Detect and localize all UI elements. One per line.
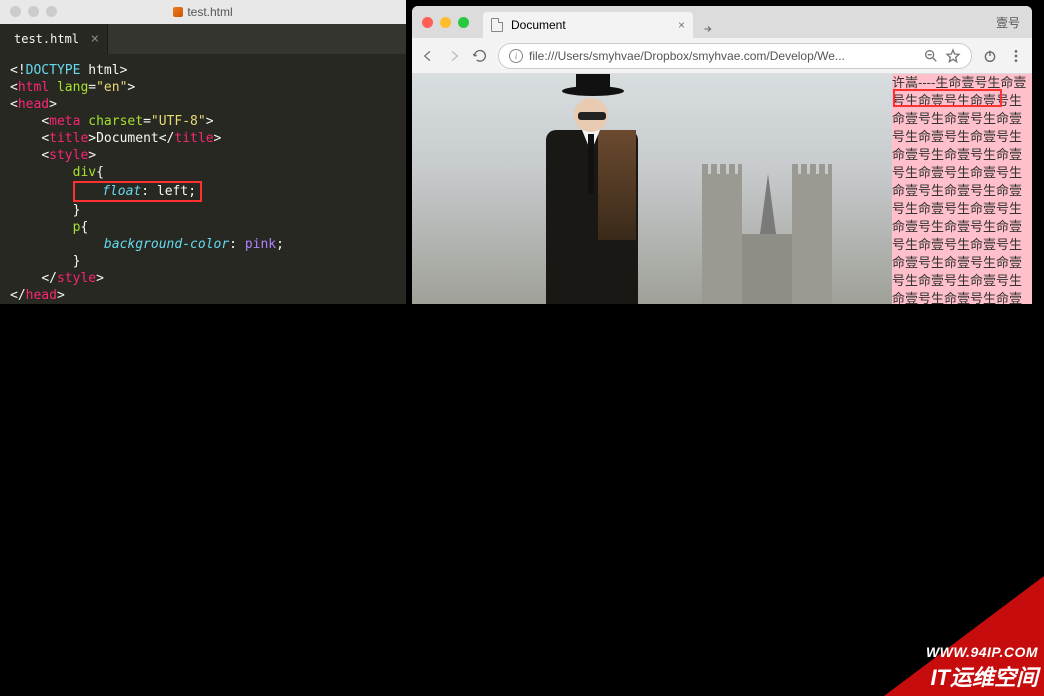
- menu-icon[interactable]: [1008, 48, 1024, 64]
- watermark-url: WWW.94IP.COM: [926, 644, 1038, 660]
- code-content[interactable]: <!DOCTYPE html> <html lang="en"> <head> …: [0, 54, 406, 312]
- editor-window-file-label: test.html: [187, 5, 232, 19]
- new-tab-button[interactable]: [699, 20, 719, 38]
- close-icon[interactable]: ×: [91, 31, 99, 47]
- highlighted-float-rule: float: left;: [73, 181, 202, 202]
- doctype-keyword: DOCTYPE: [26, 63, 81, 78]
- file-html-icon: [173, 7, 183, 17]
- editor-tab-test-html[interactable]: test.html ×: [0, 24, 108, 54]
- editor-system-titlebar: test.html: [0, 0, 406, 24]
- traffic-lights-inactive: [10, 6, 57, 17]
- url-text: file:///Users/smyhvae/Dropbox/smyhvae.co…: [529, 49, 917, 63]
- zoom-icon[interactable]: [923, 48, 939, 64]
- browser-tab-label: Document: [511, 18, 566, 32]
- browser-tabstrip: Document × 壹号: [412, 6, 1032, 38]
- person-illustration: [512, 74, 652, 304]
- editor-tab-label: test.html: [14, 32, 79, 46]
- back-button[interactable]: [420, 48, 436, 64]
- browser-tab[interactable]: Document ×: [483, 12, 693, 38]
- traffic-min-icon[interactable]: [28, 6, 39, 17]
- browser-window: Document × 壹号 i file:///Users/smyhvae/Dr…: [412, 6, 1032, 304]
- cathedral-illustration: [672, 154, 882, 304]
- traffic-max-icon[interactable]: [46, 6, 57, 17]
- forward-button[interactable]: [446, 48, 462, 64]
- close-icon[interactable]: ×: [678, 18, 685, 32]
- traffic-close-icon[interactable]: [422, 17, 433, 28]
- floated-image: [412, 74, 892, 304]
- reload-button[interactable]: [472, 48, 488, 64]
- browser-toolbar: i file:///Users/smyhvae/Dropbox/smyhvae.…: [412, 38, 1032, 74]
- info-icon[interactable]: i: [509, 49, 523, 63]
- traffic-close-icon[interactable]: [10, 6, 21, 17]
- address-bar[interactable]: i file:///Users/smyhvae/Dropbox/smyhvae.…: [498, 43, 972, 69]
- traffic-min-icon[interactable]: [440, 17, 451, 28]
- editor-tabs: test.html ×: [0, 24, 406, 54]
- power-icon[interactable]: [982, 48, 998, 64]
- watermark: WWW.94IP.COM IT运维空间: [884, 576, 1044, 696]
- editor-window-title: test.html: [173, 5, 232, 19]
- watermark-title: IT运维空间: [926, 660, 1038, 692]
- file-page-icon: [491, 18, 503, 32]
- code-editor: test.html × <!DOCTYPE html> <html lang="…: [0, 24, 406, 304]
- annotation-first-chars: [893, 89, 1002, 107]
- traffic-max-icon[interactable]: [458, 17, 469, 28]
- profile-badge[interactable]: 壹号: [984, 14, 1032, 31]
- browser-viewport: 许嵩----生命壹号生命壹号生命壹号生命壹号生命壹号生命壹号生命壹号生命壹号生命…: [412, 74, 1032, 304]
- star-icon[interactable]: [945, 48, 961, 64]
- traffic-lights: [412, 17, 479, 28]
